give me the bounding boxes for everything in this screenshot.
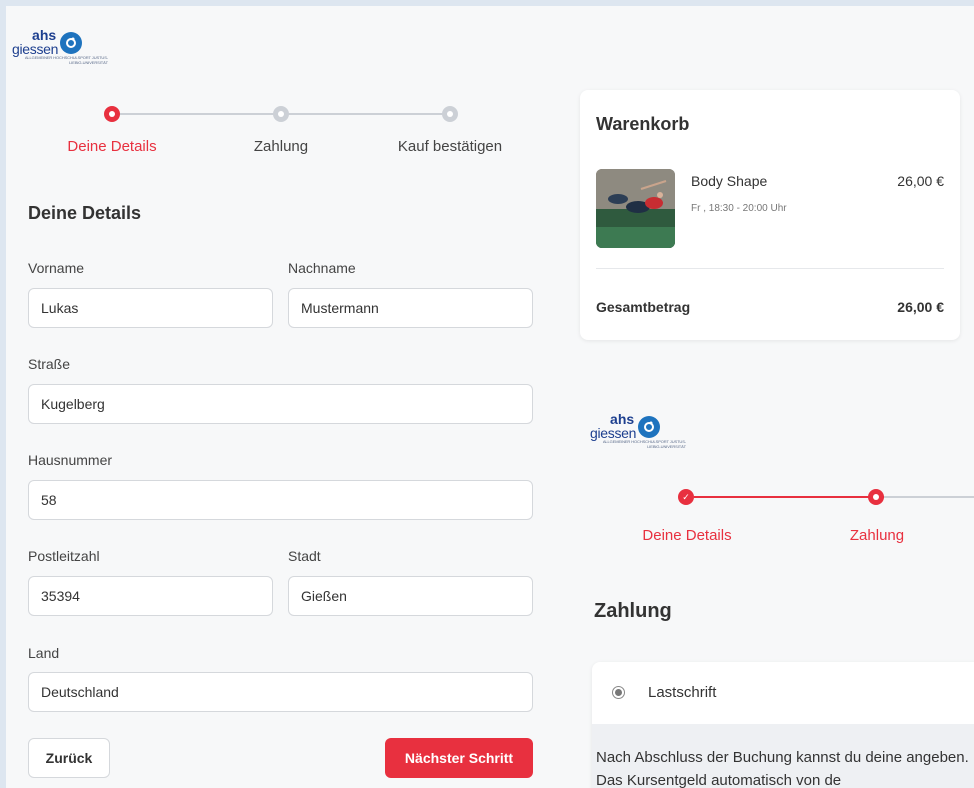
back-button[interactable]: Zurück xyxy=(28,738,110,778)
cart-item-time: Fr , 18:30 - 20:00 Uhr xyxy=(691,203,787,214)
logo-tagline: ALLGEMEINER HOCHSCHULSPORT JUSTUS-LIEBIG… xyxy=(24,55,108,65)
course-thumbnail xyxy=(596,169,675,248)
cart-panel: Warenkorb Body Shape Fr , 18:30 - 20:00 … xyxy=(580,90,960,340)
logo-row-secondary: ahs giessen xyxy=(590,412,661,440)
country-input[interactable] xyxy=(28,672,533,712)
ahs-logo-icon xyxy=(60,32,83,54)
step-3-label[interactable]: Kauf bestätigen xyxy=(398,138,502,155)
details-title: Deine Details xyxy=(28,203,142,223)
logo-text-secondary: ahs giessen xyxy=(590,412,636,440)
radio-icon[interactable] xyxy=(612,686,625,699)
step-2-label[interactable]: Zahlung xyxy=(254,138,308,155)
logo-ahs-text: ahs xyxy=(32,27,57,43)
ahs-logo[interactable]: ahs giessen ALLGEMEINER HOCHSCHULSPORT J… xyxy=(12,28,108,66)
check-icon: ✓ xyxy=(682,491,690,502)
payment-method-body: Nach Abschluss der Buchung kannst du dei… xyxy=(592,724,974,788)
checkout-page: ahs giessen ALLGEMEINER HOCHSCHULSPORT J… xyxy=(6,6,974,788)
city-label: Stadt xyxy=(288,548,321,564)
firstname-input[interactable] xyxy=(28,288,273,328)
cart-divider xyxy=(596,268,944,269)
housenumber-label: Hausnummer xyxy=(28,452,113,468)
step-1-label[interactable]: Deine Details xyxy=(67,138,156,155)
payment-step-1-dot[interactable]: ✓ xyxy=(678,489,694,505)
cart-total-label: Gesamtbetrag xyxy=(596,299,691,315)
lastname-input[interactable] xyxy=(288,288,533,328)
payment-stepper-line-done xyxy=(694,496,884,498)
logo-giessen-text: giessen xyxy=(12,41,59,57)
zip-label: Postleitzahl xyxy=(28,548,100,564)
payment-step-2-label[interactable]: Zahlung xyxy=(850,527,904,544)
logo-ahs-text: ahs xyxy=(610,411,635,427)
cart-item-price: 26,00 € xyxy=(897,173,944,189)
zip-input[interactable] xyxy=(28,576,273,616)
course-photo-icon xyxy=(596,169,675,248)
payment-method-box: Lastschrift Nach Abschluss der Buchung k… xyxy=(592,662,974,788)
cart-total-value: 26,00 € xyxy=(897,299,944,315)
payment-stepper-line-pending xyxy=(884,496,974,498)
payment-method-header[interactable]: Lastschrift xyxy=(592,662,974,724)
firstname-label: Vorname xyxy=(28,260,85,276)
ahs-logo-secondary[interactable]: ahs giessen ALLGEMEINER HOCHSCHULSPORT J… xyxy=(590,412,686,450)
logo-giessen-text: giessen xyxy=(590,425,637,441)
step-2-dot[interactable] xyxy=(273,106,289,122)
street-input[interactable] xyxy=(28,384,533,424)
street-label: Straße xyxy=(28,356,71,372)
step-3-dot[interactable] xyxy=(442,106,458,122)
payment-method-label[interactable]: Lastschrift xyxy=(648,684,716,701)
next-step-button[interactable]: Nächster Schritt xyxy=(385,738,533,778)
logo-text: ahs giessen xyxy=(12,28,58,56)
ahs-logo-icon xyxy=(638,416,661,438)
logo-row: ahs giessen xyxy=(12,28,83,56)
lastname-label: Nachname xyxy=(288,260,356,276)
cart-item-name[interactable]: Body Shape xyxy=(691,173,767,189)
payment-step-1-label[interactable]: Deine Details xyxy=(642,527,731,544)
payment-title: Zahlung xyxy=(594,600,672,622)
housenumber-input[interactable] xyxy=(28,480,533,520)
payment-step-2-dot[interactable] xyxy=(868,489,884,505)
country-label: Land xyxy=(28,645,60,661)
step-1-dot[interactable] xyxy=(104,106,120,122)
city-input[interactable] xyxy=(288,576,533,616)
payment-method-description: Nach Abschluss der Buchung kannst du dei… xyxy=(596,749,969,788)
logo-tagline: ALLGEMEINER HOCHSCHULSPORT JUSTUS-LIEBIG… xyxy=(602,439,686,449)
cart-title: Warenkorb xyxy=(596,114,690,134)
